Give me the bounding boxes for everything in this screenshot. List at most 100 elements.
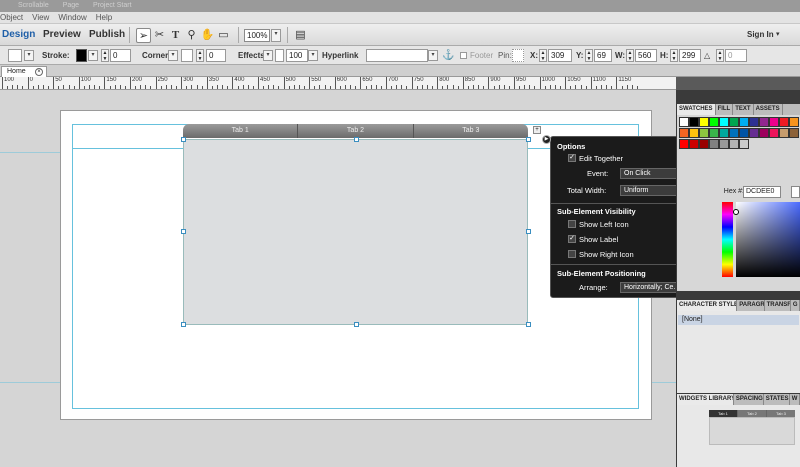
menu-view[interactable]: View [32, 13, 49, 22]
crop-tool-icon[interactable]: ✂ [152, 28, 167, 43]
menu-window[interactable]: Window [58, 13, 86, 22]
menu-object[interactable]: Object [0, 13, 23, 22]
tab-text[interactable]: TEXT [733, 104, 754, 115]
resize-handle[interactable] [526, 229, 531, 234]
stroke-dropdown-icon[interactable]: ▾ [88, 50, 98, 61]
style-item-none[interactable]: [None] [678, 315, 799, 325]
eyedropper-icon[interactable] [791, 186, 800, 198]
h-stepper[interactable]: ▲ ▼ [670, 49, 678, 62]
color-swatch[interactable] [769, 128, 779, 138]
hand-tool-icon[interactable]: ✋ [200, 28, 215, 43]
color-swatch[interactable] [709, 128, 719, 138]
text-tool-icon[interactable]: T [168, 28, 183, 43]
opacity-field[interactable]: 100 [286, 49, 308, 62]
color-swatch[interactable] [719, 139, 729, 149]
tab-paragraph[interactable]: PARAGR [737, 300, 765, 311]
hue-slider[interactable] [722, 202, 733, 277]
color-swatch[interactable] [789, 128, 799, 138]
resize-handle[interactable] [526, 322, 531, 327]
color-swatch[interactable] [739, 139, 749, 149]
color-swatch[interactable] [739, 128, 749, 138]
tab-swatches[interactable]: SWATCHES [677, 104, 716, 115]
color-swatch[interactable] [709, 139, 719, 149]
color-picker-field[interactable] [736, 202, 800, 277]
color-swatch[interactable] [729, 139, 739, 149]
tab-character-styles[interactable]: CHARACTER STYLES [677, 300, 738, 311]
y-stepper[interactable]: ▲ ▼ [585, 49, 593, 62]
show-left-icon-checkbox[interactable] [568, 220, 576, 228]
stroke-stepper[interactable]: ▲ ▼ [101, 49, 109, 62]
corners-radius-field[interactable]: 0 [206, 49, 226, 62]
color-swatch[interactable] [729, 128, 739, 138]
corners-stepper[interactable]: ▲ ▼ [196, 49, 204, 62]
close-icon[interactable]: × [35, 68, 43, 76]
x-stepper[interactable]: ▲ ▼ [539, 49, 547, 62]
widget-panel-content[interactable] [183, 139, 528, 325]
color-swatch[interactable] [689, 128, 699, 138]
view-options-icon[interactable]: ▤ [293, 28, 308, 43]
fill-dropdown-icon[interactable]: ▾ [24, 50, 34, 61]
color-swatch[interactable] [699, 117, 709, 127]
fill-color-well[interactable] [8, 49, 22, 62]
mode-publish[interactable]: Publish [89, 29, 125, 40]
pin-grid-icon[interactable] [512, 49, 524, 62]
tab-transform[interactable]: TRANSF [765, 300, 791, 311]
resize-handle[interactable] [354, 137, 359, 142]
chevron-down-icon[interactable]: ▾ [776, 30, 780, 38]
h-field[interactable]: 299 [679, 49, 701, 62]
w-field[interactable]: 560 [635, 49, 657, 62]
x-field[interactable]: 309 [548, 49, 572, 62]
hyperlink-field[interactable] [366, 49, 428, 62]
show-label-checkbox[interactable]: ✓ [568, 235, 576, 243]
color-swatch[interactable] [769, 117, 779, 127]
tab-assets[interactable]: ASSETS [754, 104, 783, 115]
color-swatch[interactable] [759, 128, 769, 138]
footer-checkbox[interactable] [460, 52, 467, 59]
mode-design[interactable]: Design [2, 29, 35, 40]
corners-dropdown-icon[interactable]: ▾ [168, 50, 178, 61]
resize-handle[interactable] [181, 229, 186, 234]
sign-in-link[interactable]: Sign In [747, 30, 774, 39]
menu-help[interactable]: Help [96, 13, 112, 22]
document-tab-home[interactable]: Home × [1, 66, 47, 77]
hyperlink-dropdown-icon[interactable]: ▾ [428, 50, 438, 61]
color-swatch[interactable] [679, 139, 689, 149]
zoom-dropdown-icon[interactable]: ▾ [271, 29, 281, 42]
color-swatch[interactable] [699, 128, 709, 138]
popup-pointer-icon[interactable]: ▶ [542, 135, 551, 144]
color-swatch[interactable] [749, 128, 759, 138]
color-swatch[interactable] [739, 117, 749, 127]
color-swatch[interactable] [779, 117, 789, 127]
rotation-field[interactable]: 0 [725, 49, 747, 62]
tab-more[interactable]: G [791, 300, 800, 311]
stroke-width-field[interactable]: 0 [110, 49, 131, 62]
color-swatch[interactable] [749, 117, 759, 127]
corner-icon[interactable] [181, 49, 193, 62]
rotation-stepper[interactable]: ▲ ▼ [716, 49, 724, 62]
show-right-icon-checkbox[interactable] [568, 250, 576, 258]
widget-tab-1[interactable]: Tab 1 [183, 124, 299, 138]
color-swatch[interactable] [689, 117, 699, 127]
resize-handle[interactable] [354, 322, 359, 327]
color-picker-cursor[interactable] [733, 209, 739, 215]
color-swatch[interactable] [719, 128, 729, 138]
color-swatch[interactable] [699, 139, 709, 149]
edit-together-checkbox[interactable]: ✓ [568, 154, 576, 162]
tab-fill[interactable]: FILL [716, 104, 734, 115]
tab-widgets-library[interactable]: WIDGETS LIBRARY [677, 394, 734, 405]
anchor-icon[interactable]: ⚓ [441, 48, 456, 63]
tab-states[interactable]: STATES [764, 394, 790, 405]
w-stepper[interactable]: ▲ ▼ [626, 49, 634, 62]
resize-handle[interactable] [181, 322, 186, 327]
color-swatch[interactable] [789, 117, 799, 127]
widget-tab-strip[interactable]: Tab 1 Tab 2 Tab 3 [183, 124, 528, 138]
effects-dropdown-icon[interactable]: ▾ [263, 50, 273, 61]
color-swatch[interactable] [679, 117, 689, 127]
opacity-dropdown-icon[interactable]: ▾ [308, 50, 318, 61]
tab-more[interactable]: W [790, 394, 800, 405]
zoom-tool-icon[interactable]: ⚲ [184, 28, 199, 43]
rectangle-tool-icon[interactable]: ▭ [216, 28, 231, 43]
tab-spacing[interactable]: SPACING [734, 394, 764, 405]
resize-handle[interactable] [181, 137, 186, 142]
hex-field[interactable]: DCDEE0 [743, 186, 781, 198]
